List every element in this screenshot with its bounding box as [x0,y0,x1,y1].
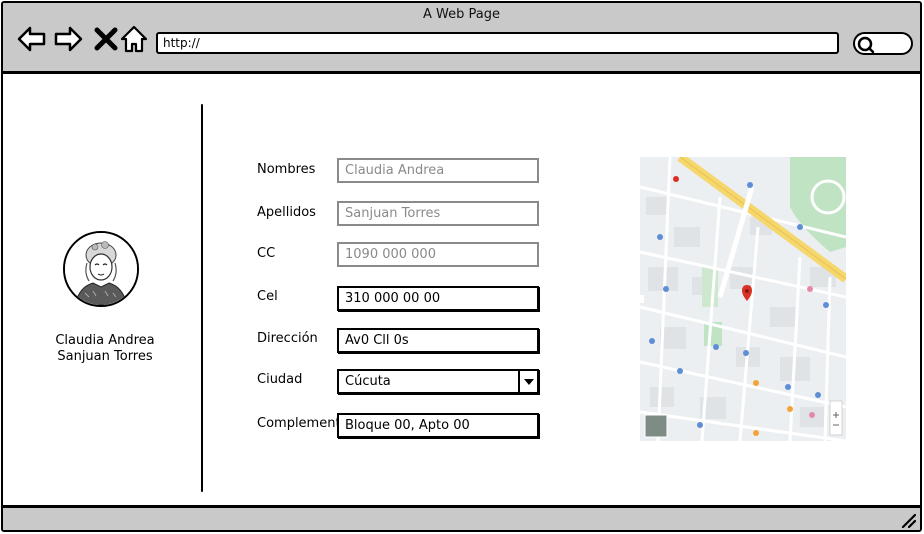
browser-window: A Web Page http:// Claudia Andrea Sanjua… [1,1,922,532]
ciudad-select[interactable]: Cúcuta [337,369,539,394]
complement-field[interactable]: Bloque 00, Apto 00 [337,413,539,438]
url-input[interactable]: http:// [156,32,839,54]
ciudad-select-value: Cúcuta [345,374,391,389]
label-cc: CC [257,246,276,261]
chevron-down-icon[interactable] [518,371,537,392]
vertical-divider [201,104,203,492]
resize-grip-icon[interactable] [900,512,916,528]
search-box[interactable] [853,32,913,55]
browser-chrome: A Web Page http:// [3,3,920,74]
apellidos-field[interactable]: Sanjuan Torres [337,201,539,226]
cc-field[interactable]: 1090 000 000 [337,242,539,267]
label-nombres: Nombres [257,162,316,177]
search-icon [857,36,875,54]
avatar [63,231,139,307]
back-arrow-icon[interactable] [17,24,47,54]
close-x-icon[interactable] [91,24,121,54]
label-cel: Cel [257,289,278,304]
forward-arrow-icon[interactable] [53,24,83,54]
label-complement: Complement [257,416,341,431]
profile-name: Claudia Andrea Sanjuan Torres [33,333,177,365]
label-apellidos: Apellidos [257,205,316,220]
profile-last-name: Sanjuan Torres [57,349,153,364]
direccion-field[interactable]: Av0 Cll 0s [337,328,539,353]
user-portrait-icon [65,233,137,305]
location-map[interactable] [640,157,846,441]
profile-first-name: Claudia Andrea [55,333,155,348]
nombres-field[interactable]: Claudia Andrea [337,158,539,183]
cel-field[interactable]: 310 000 00 00 [337,286,539,311]
window-title: A Web Page [423,7,500,22]
label-direccion: Dirección [257,331,318,346]
status-bar [3,505,920,530]
home-icon[interactable] [119,24,149,54]
label-ciudad: Ciudad [257,372,303,387]
